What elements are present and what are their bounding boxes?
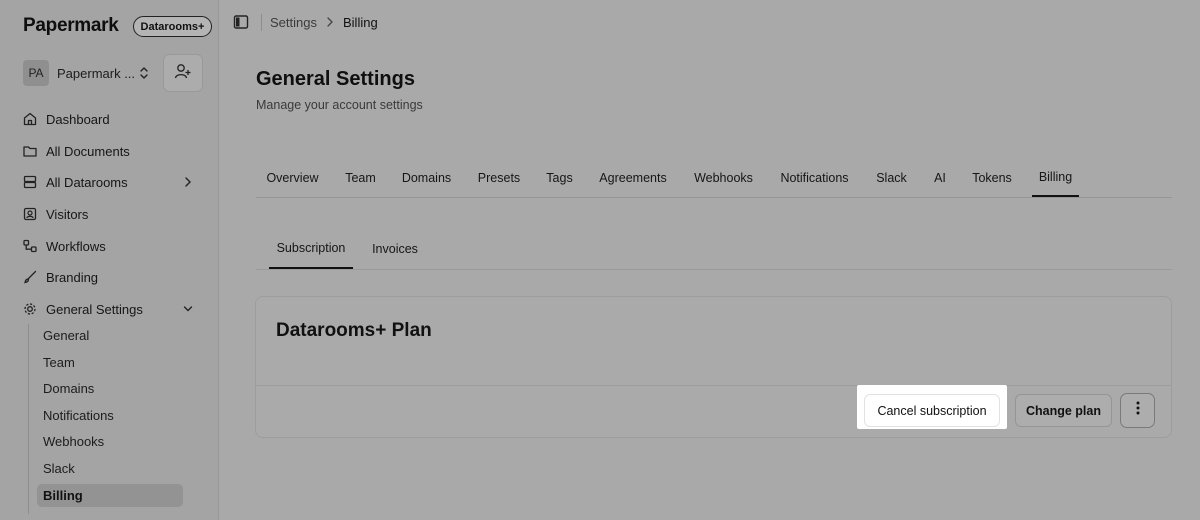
nav-workflows-label: Workflows — [46, 238, 106, 254]
nav-visitors[interactable]: Visitors — [18, 200, 202, 228]
tab-billing[interactable]: Billing — [1032, 158, 1079, 197]
nav-all-documents-label: All Documents — [46, 143, 130, 159]
breadcrumb-billing: Billing — [343, 15, 378, 30]
tab-overview[interactable]: Overview — [256, 158, 329, 198]
nav-all-documents[interactable]: All Documents — [18, 137, 202, 165]
change-plan-button[interactable]: Change plan — [1015, 394, 1112, 427]
tab-ai[interactable]: AI — [924, 158, 956, 198]
more-vertical-icon — [1135, 400, 1141, 421]
tab-notifications[interactable]: Notifications — [770, 158, 859, 198]
workflow-icon — [22, 238, 38, 254]
plan-card-title: Datarooms+ Plan — [276, 320, 432, 341]
subtab-invoices[interactable]: Invoices — [362, 228, 428, 270]
tab-webhooks[interactable]: Webhooks — [684, 158, 763, 198]
settings-sub-notifications[interactable]: Notifications — [37, 404, 183, 427]
tab-agreements[interactable]: Agreements — [589, 158, 677, 198]
nav-general-settings[interactable]: General Settings — [18, 295, 202, 323]
add-user-button[interactable] — [163, 54, 203, 92]
plan-card: Datarooms+ Plan Cancel subscription Chan… — [255, 296, 1172, 438]
settings-sub-team[interactable]: Team — [37, 351, 183, 374]
team-name: Papermark ... — [57, 65, 136, 81]
chevrons-up-down-icon — [137, 65, 151, 86]
more-options-button[interactable] — [1120, 393, 1155, 428]
folder-icon — [22, 143, 38, 159]
nav-branding[interactable]: Branding — [18, 263, 202, 291]
brush-icon — [22, 269, 38, 285]
contact-icon — [22, 206, 38, 222]
nav-branding-label: Branding — [46, 269, 99, 285]
user-plus-icon — [174, 62, 192, 85]
settings-sub-slack[interactable]: Slack — [37, 457, 183, 480]
nav-dashboard[interactable]: Dashboard — [18, 105, 202, 133]
brand-logo[interactable]: Papermark — [23, 15, 119, 37]
nav-general-settings-label: General Settings — [46, 301, 143, 317]
main-content: Settings Billing General Settings Manage… — [220, 0, 1200, 520]
billing-subtabs: Subscription Invoices — [256, 228, 1172, 270]
settings-sub-webhooks[interactable]: Webhooks — [37, 430, 183, 453]
topbar-divider — [261, 14, 262, 31]
cancel-subscription-button[interactable]: Cancel subscription — [864, 394, 1000, 427]
tab-tags[interactable]: Tags — [537, 158, 582, 198]
server-icon — [22, 174, 38, 190]
plan-card-footer: Cancel subscription Change plan — [256, 385, 1171, 437]
team-avatar: PA — [23, 60, 49, 86]
breadcrumb-chevron-icon — [325, 15, 335, 34]
nav-visitors-label: Visitors — [46, 206, 89, 222]
chevron-down-icon[interactable] — [182, 302, 194, 319]
submenu-guide-line — [28, 324, 29, 514]
chevron-right-icon[interactable] — [182, 175, 194, 192]
subtab-subscription[interactable]: Subscription — [269, 228, 353, 269]
page-title: General Settings — [256, 68, 415, 90]
home-icon — [22, 111, 38, 127]
settings-sub-domains[interactable]: Domains — [37, 377, 183, 400]
sidebar-toggle-icon[interactable] — [233, 14, 249, 35]
nav-dashboard-label: Dashboard — [46, 111, 110, 127]
gear-icon — [22, 301, 38, 317]
tab-tokens[interactable]: Tokens — [963, 158, 1021, 198]
tab-slack[interactable]: Slack — [866, 158, 917, 198]
tab-presets[interactable]: Presets — [468, 158, 530, 198]
nav-all-datarooms-label: All Datarooms — [46, 174, 128, 190]
settings-sub-general[interactable]: General — [37, 324, 183, 347]
tab-team[interactable]: Team — [336, 158, 385, 198]
settings-sub-billing[interactable]: Billing — [37, 484, 183, 507]
settings-tabs: Overview Team Domains Presets Tags Agree… — [256, 158, 1172, 198]
nav-all-datarooms[interactable]: All Datarooms — [18, 168, 202, 196]
sidebar: Papermark Datarooms+ PA Papermark ... Da… — [0, 0, 219, 520]
page-subtitle: Manage your account settings — [256, 98, 423, 112]
tab-domains[interactable]: Domains — [392, 158, 461, 198]
cancel-button-highlight: Cancel subscription — [857, 385, 1007, 429]
nav-workflows[interactable]: Workflows — [18, 232, 202, 260]
breadcrumb-settings[interactable]: Settings — [270, 15, 317, 30]
team-switcher[interactable]: PA Papermark ... — [19, 54, 159, 92]
plan-badge: Datarooms+ — [133, 16, 212, 37]
